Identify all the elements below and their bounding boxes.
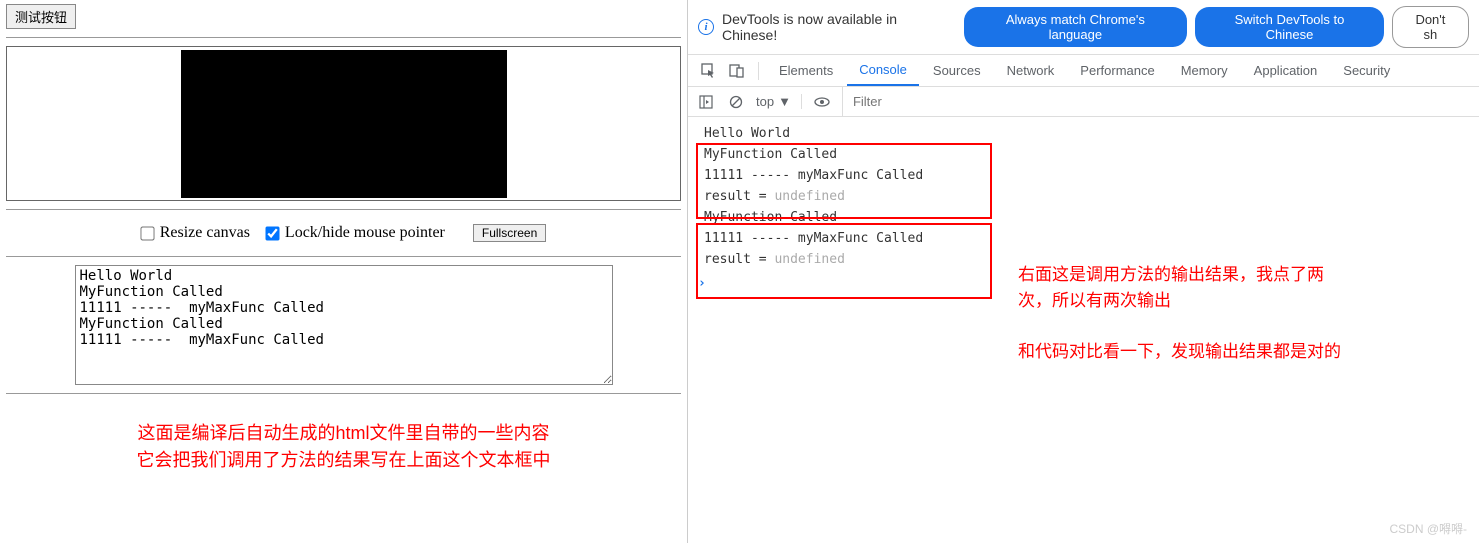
resize-canvas-label[interactable]: Resize canvas [141, 224, 254, 241]
result-prefix: result = [704, 189, 774, 204]
output-textarea[interactable] [75, 265, 613, 385]
tab-application[interactable]: Application [1242, 55, 1330, 86]
devtools-panel: i DevTools is now available in Chinese! … [688, 0, 1479, 543]
left-annotation: 这面是编译后自动生成的html文件里自带的一些内容 它会把我们调用了方法的结果写… [6, 420, 681, 474]
tab-network[interactable]: Network [995, 55, 1067, 86]
clear-console-icon[interactable] [726, 92, 746, 112]
result-value: undefined [774, 189, 844, 204]
resize-canvas-checkbox[interactable] [140, 226, 154, 240]
devtools-tab-bar: Elements Console Sources Network Perform… [688, 55, 1479, 87]
lock-mouse-text: Lock/hide mouse pointer [285, 224, 445, 241]
annotation-line: 它会把我们调用了方法的结果写在上面这个文本框中 [6, 447, 681, 474]
devtools-info-bar: i DevTools is now available in Chinese! … [688, 0, 1479, 55]
log-line: 11111 ----- myMaxFunc Called [688, 228, 1479, 249]
divider [6, 209, 681, 210]
annotation-line: 次，所以有两次输出 [1018, 288, 1341, 314]
resize-canvas-text: Resize canvas [160, 224, 250, 241]
log-line: result = undefined [688, 186, 1479, 207]
tab-elements[interactable]: Elements [767, 55, 845, 86]
result-prefix: result = [704, 252, 774, 267]
sidebar-toggle-icon[interactable] [696, 92, 716, 112]
tab-security[interactable]: Security [1331, 55, 1402, 86]
context-label: top [756, 94, 774, 109]
log-line: 11111 ----- myMaxFunc Called [688, 165, 1479, 186]
dont-show-button[interactable]: Don't sh [1392, 6, 1469, 48]
tab-separator [758, 62, 759, 80]
watermark: CSDN @嘚嘚- [1389, 520, 1467, 537]
log-line: Hello World [688, 123, 1479, 144]
lock-mouse-checkbox[interactable] [265, 226, 279, 240]
chevron-down-icon: ▼ [778, 94, 791, 109]
context-selector[interactable]: top ▼ [756, 94, 802, 109]
console-toolbar: top ▼ [688, 87, 1479, 117]
filter-input[interactable] [842, 87, 1479, 116]
always-match-button[interactable]: Always match Chrome's language [964, 7, 1188, 47]
console-output: Hello World MyFunction Called 11111 ----… [688, 117, 1479, 297]
canvas-element[interactable] [181, 50, 507, 198]
inspect-icon[interactable] [696, 58, 722, 84]
test-button[interactable]: 测试按钮 [6, 4, 76, 29]
log-line: MyFunction Called [688, 207, 1479, 228]
canvas-controls: Resize canvas Lock/hide mouse pointer Fu… [6, 218, 681, 248]
tab-console[interactable]: Console [847, 55, 919, 86]
annotation-line: 和代码对比看一下，发现输出结果都是对的 [1018, 339, 1341, 365]
device-toggle-icon[interactable] [724, 58, 750, 84]
canvas-container [6, 46, 681, 201]
switch-language-button[interactable]: Switch DevTools to Chinese [1195, 7, 1384, 47]
lock-mouse-label[interactable]: Lock/hide mouse pointer [266, 224, 449, 241]
divider [6, 37, 681, 38]
info-message: DevTools is now available in Chinese! [722, 11, 956, 43]
fullscreen-button[interactable]: Fullscreen [473, 224, 546, 242]
annotation-line: 这面是编译后自动生成的html文件里自带的一些内容 [6, 420, 681, 447]
right-annotation: 右面这是调用方法的输出结果，我点了两 次，所以有两次输出 和代码对比看一下，发现… [1018, 262, 1341, 364]
page-left-panel: 测试按钮 Resize canvas Lock/hide mouse point… [0, 0, 688, 543]
divider [6, 256, 681, 257]
live-expression-icon[interactable] [812, 92, 832, 112]
annotation-line: 右面这是调用方法的输出结果，我点了两 [1018, 262, 1341, 288]
log-line: MyFunction Called [688, 144, 1479, 165]
info-icon: i [698, 19, 714, 35]
tab-performance[interactable]: Performance [1068, 55, 1166, 86]
tab-sources[interactable]: Sources [921, 55, 993, 86]
result-value: undefined [774, 252, 844, 267]
tab-memory[interactable]: Memory [1169, 55, 1240, 86]
divider [6, 393, 681, 394]
